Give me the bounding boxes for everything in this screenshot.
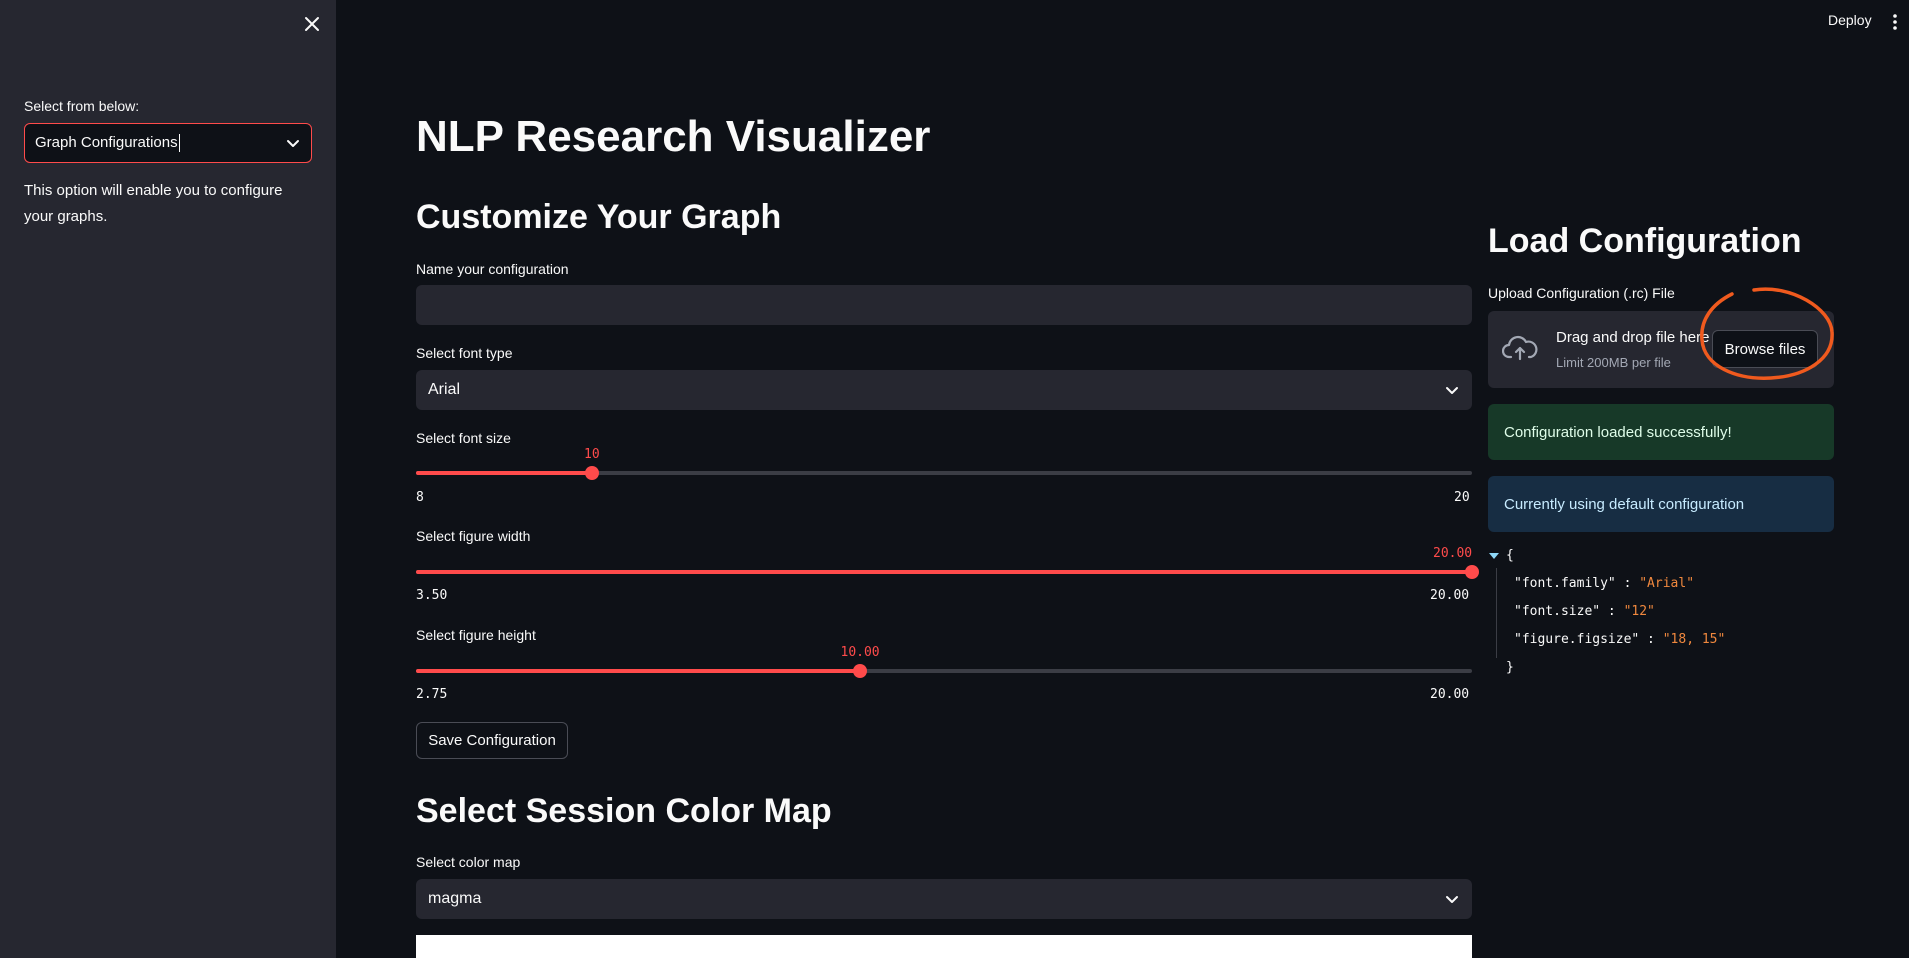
slider-fill: [416, 471, 592, 475]
json-entry: "font.size" : "12": [1514, 604, 1655, 619]
chevron-down-icon: [1446, 896, 1458, 903]
sidebar-mode-select[interactable]: Graph Configurations: [24, 123, 312, 163]
json-sep: :: [1615, 576, 1640, 591]
fig-width-label: Select figure width: [416, 528, 531, 544]
slider-thumb[interactable]: [853, 664, 867, 678]
info-alert: Currently using default configuration: [1488, 476, 1834, 532]
fig-height-max: 20.00: [1430, 687, 1470, 702]
text-cursor: [178, 134, 180, 153]
sidebar-description: This option will enable you to configure…: [24, 182, 283, 225]
fig-height-slider[interactable]: 10.00: [416, 645, 1472, 678]
fig-width-max: 20.00: [1430, 588, 1470, 603]
collapse-toggle-icon[interactable]: [1489, 553, 1499, 559]
json-sep: :: [1639, 632, 1663, 647]
fig-width-min: 3.50: [416, 588, 448, 603]
drag-drop-text: Drag and drop file here: [1556, 329, 1710, 346]
fig-height-min: 2.75: [416, 687, 448, 702]
slider-thumb[interactable]: [1465, 565, 1479, 579]
annotation-circle: [1700, 287, 1834, 380]
font-type-label: Select font type: [416, 345, 513, 361]
sidebar-select-value: Graph Configurations: [35, 133, 178, 151]
font-size-slider[interactable]: 10: [416, 447, 1472, 480]
json-key: "font.family": [1514, 576, 1616, 591]
config-name-label: Name your configuration: [416, 261, 569, 277]
colormap-preview: [416, 935, 1472, 958]
upload-label: Upload Configuration (.rc) File: [1488, 285, 1675, 301]
json-indent-guide: [1496, 568, 1497, 658]
font-size-min: 8: [416, 490, 424, 505]
colormap-value: magma: [428, 890, 482, 907]
colormap-label: Select color map: [416, 854, 521, 870]
json-entry: "font.family" : "Arial": [1514, 576, 1694, 591]
load-config-heading: Load Configuration: [1488, 222, 1802, 260]
fig-width-slider[interactable]: 20.00: [416, 546, 1479, 579]
json-value: "18, 15": [1662, 632, 1726, 647]
slider-fill: [416, 669, 860, 673]
font-size-label: Select font size: [416, 430, 511, 446]
sidebar-select-label: Select from below:: [24, 98, 140, 114]
fig-height-label: Select figure height: [416, 627, 536, 643]
json-close-brace: }: [1506, 660, 1514, 675]
chevron-down-icon: [1446, 387, 1458, 394]
json-open-brace: {: [1506, 548, 1514, 563]
fig-width-value: 20.00: [1433, 546, 1473, 561]
more-menu-icon[interactable]: [1892, 12, 1902, 32]
json-value: "Arial": [1639, 576, 1695, 591]
cloud-upload-icon: [1502, 335, 1538, 361]
deploy-button[interactable]: Deploy: [1828, 12, 1872, 28]
json-entry: "figure.figsize" : "18, 15": [1514, 632, 1725, 647]
json-key: "font.size": [1514, 604, 1601, 619]
sidebar: Select from below: Graph Configurations …: [0, 0, 336, 958]
customize-heading: Customize Your Graph: [416, 198, 782, 236]
colormap-select[interactable]: magma: [416, 879, 1472, 919]
page-title: NLP Research Visualizer: [416, 112, 931, 161]
close-sidebar-icon[interactable]: [300, 12, 324, 36]
font-type-select[interactable]: Arial: [416, 370, 1472, 410]
font-size-max: 20: [1454, 490, 1470, 505]
json-sep: :: [1600, 604, 1624, 619]
success-alert: Configuration loaded successfully!: [1488, 404, 1834, 460]
slider-thumb[interactable]: [585, 466, 599, 480]
json-key: "figure.figsize": [1514, 632, 1640, 647]
config-name-input[interactable]: [416, 285, 1472, 325]
colormap-heading: Select Session Color Map: [416, 792, 832, 830]
font-type-value: Arial: [428, 381, 461, 398]
fig-height-value: 10.00: [840, 645, 880, 660]
json-value: "12": [1623, 604, 1655, 619]
font-size-value: 10: [584, 447, 600, 462]
chevron-down-icon: [287, 140, 299, 147]
save-configuration-button[interactable]: Save Configuration: [416, 722, 568, 759]
upload-limit-text: Limit 200MB per file: [1556, 355, 1671, 370]
slider-fill: [416, 570, 1472, 574]
